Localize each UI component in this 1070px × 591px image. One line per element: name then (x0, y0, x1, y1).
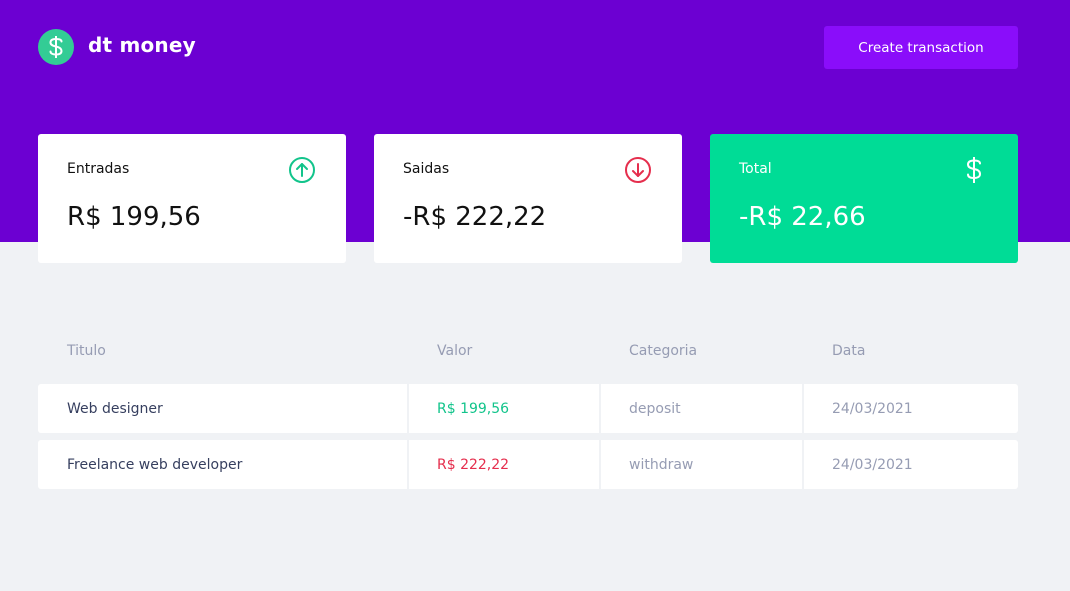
transaction-date: 24/03/2021 (804, 440, 1018, 489)
transaction-category: deposit (601, 384, 802, 433)
transaction-value: R$ 222,22 (409, 440, 599, 489)
outcome-value: -R$ 222,22 (403, 202, 547, 232)
transaction-category: withdraw (601, 440, 802, 489)
total-label: Total (739, 161, 772, 177)
table-row[interactable]: Web designer R$ 199,56 deposit 24/03/202… (38, 384, 1018, 433)
column-header-date: Data (832, 343, 866, 359)
logo-text: dt money (88, 33, 196, 57)
transaction-value: R$ 199,56 (409, 384, 599, 433)
create-transaction-button[interactable]: Create transaction (824, 26, 1018, 69)
table-header: Titulo Valor Categoria Data (38, 343, 1018, 363)
summary-card-outcome: Saidas -R$ 222,22 (374, 134, 682, 263)
transaction-title: Web designer (38, 384, 407, 433)
outcome-label: Saidas (403, 161, 450, 177)
summary-card-total: Total -R$ 22,66 (710, 134, 1018, 263)
income-value: R$ 199,56 (67, 202, 201, 232)
column-header-title: Titulo (67, 343, 106, 359)
total-value: -R$ 22,66 (739, 202, 866, 232)
income-label: Entradas (67, 161, 130, 177)
arrow-down-circle-icon (625, 157, 651, 183)
arrow-up-circle-icon (289, 157, 315, 183)
logo-icon (38, 29, 74, 65)
transaction-title: Freelance web developer (38, 440, 407, 489)
table-row[interactable]: Freelance web developer R$ 222,22 withdr… (38, 440, 1018, 489)
dollar-icon (966, 157, 982, 183)
column-header-value: Valor (437, 343, 473, 359)
column-header-category: Categoria (629, 343, 698, 359)
transaction-date: 24/03/2021 (804, 384, 1018, 433)
summary-card-income: Entradas R$ 199,56 (38, 134, 346, 263)
